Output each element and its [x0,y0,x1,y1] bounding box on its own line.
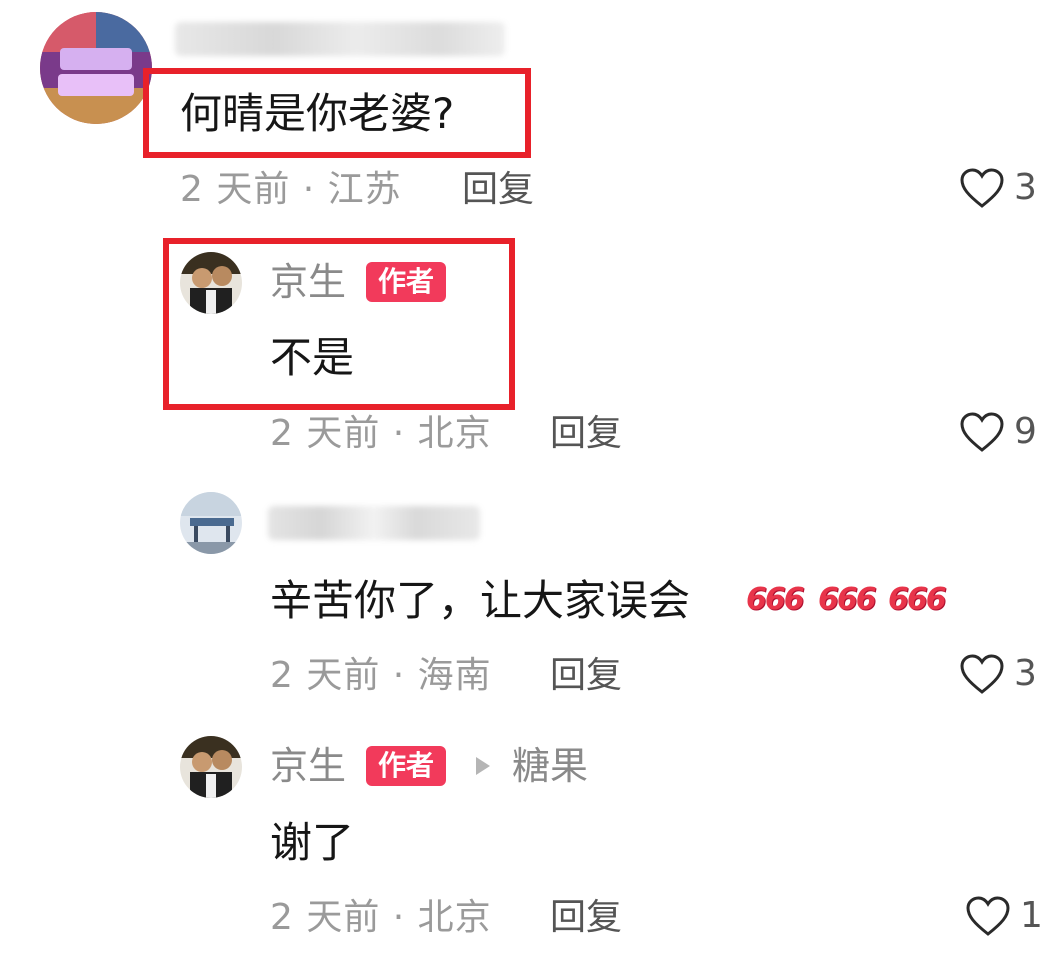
profile-photo-icon [40,12,152,124]
reply-button[interactable]: 回复 [550,412,622,456]
author-badge: 作者 [366,262,447,302]
blurred-username [175,22,505,56]
comment-text: 谢了 [270,818,355,867]
avatar[interactable] [40,12,152,124]
profile-photo-icon [180,252,242,314]
like-button[interactable]: 9 [958,410,1037,454]
like-count: 1 [1020,895,1043,936]
author-badge: 作者 [366,746,447,786]
emoji-666: 666 [818,582,877,617]
heart-outline-icon [960,168,1004,208]
avatar[interactable] [180,492,242,554]
like-button[interactable]: 3 [958,166,1037,210]
heart-outline-icon [966,896,1010,936]
profile-photo-icon [180,492,242,554]
heart-outline-icon [960,412,1004,452]
like-count: 9 [1014,411,1037,452]
reply-button[interactable]: 回复 [550,654,622,698]
avatar[interactable] [180,252,242,314]
comment-text: 辛苦你了，让大家误会 [270,576,691,625]
comment-meta: 2 天前 · 海南 [270,655,492,696]
emoji-666: 666 [746,582,805,617]
reply-to-username[interactable]: 糖果 [512,744,588,788]
comment-text: 何晴是你老婆? [180,89,455,138]
like-button[interactable]: 3 [958,652,1037,696]
comment-meta: 2 天前 · 北京 [270,413,492,454]
like-count: 3 [1014,167,1037,208]
blurred-username [268,506,480,540]
comment-meta: 2 天前 · 北京 [270,897,492,938]
reply-button[interactable]: 回复 [550,896,622,940]
reply-button[interactable]: 回复 [462,168,534,212]
like-count: 3 [1014,653,1037,694]
comment-text: 不是 [270,333,355,382]
username[interactable]: 京生 [270,744,346,788]
comment-meta: 2 天前 · 江苏 [180,169,402,210]
like-button[interactable]: 1 [964,894,1043,938]
avatar[interactable] [180,736,242,798]
heart-outline-icon [960,654,1004,694]
profile-photo-icon [180,736,242,798]
username[interactable]: 京生 [270,260,346,304]
emoji-666: 666 [888,582,947,617]
comment-thread: 何晴是你老婆? 2 天前 · 江苏 回复 3 京生 作者 不是 2 天前 · 北… [0,0,1062,960]
triangle-right-icon [476,757,490,775]
